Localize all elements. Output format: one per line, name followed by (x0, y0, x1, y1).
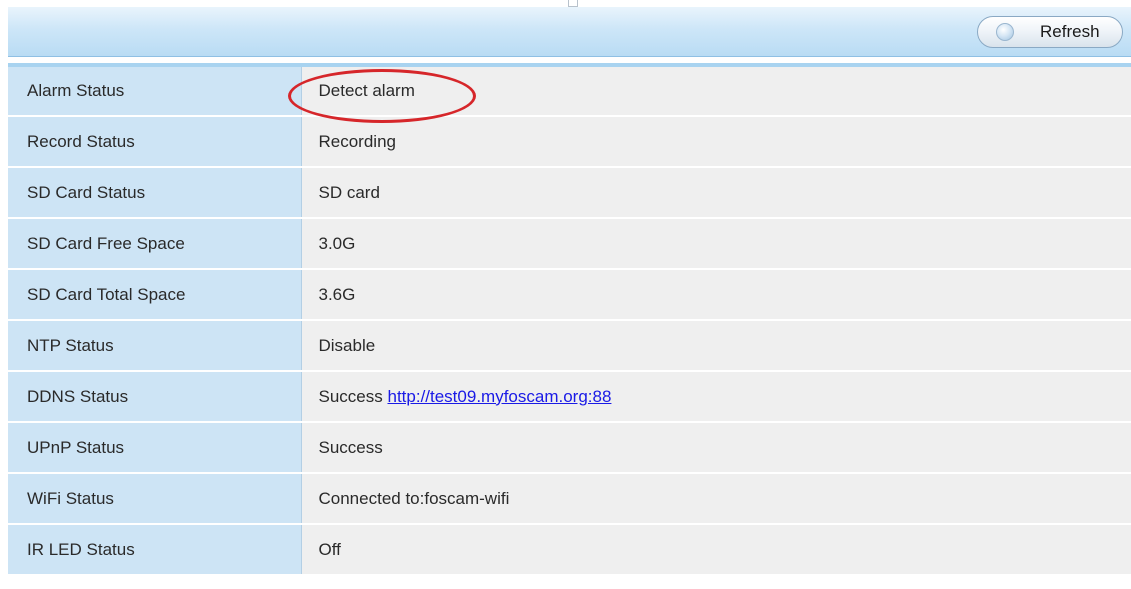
upnp-status-label: UPnP Status (8, 422, 302, 474)
table-row: NTP Status Disable (8, 320, 1131, 372)
wifi-status-label: WiFi Status (8, 473, 302, 525)
ddns-status-value: Success http://test09.myfoscam.org:88 (301, 371, 1131, 423)
table-row: SD Card Total Space 3.6G (8, 269, 1131, 321)
status-panel: Refresh Alarm Status Detect alarm Record… (0, 0, 1131, 589)
table-row: SD Card Free Space 3.0G (8, 218, 1131, 270)
table-row: SD Card Status SD card (8, 167, 1131, 219)
ntp-status-value: Disable (301, 320, 1131, 372)
table-row: DDNS Status Success http://test09.myfosc… (8, 371, 1131, 423)
sd-card-status-value: SD card (301, 167, 1131, 219)
table-row: WiFi Status Connected to:foscam-wifi (8, 473, 1131, 525)
ir-led-status-label: IR LED Status (8, 524, 302, 576)
sd-card-free-space-label: SD Card Free Space (8, 218, 302, 270)
ntp-status-label: NTP Status (8, 320, 302, 372)
record-status-value: Recording (301, 116, 1131, 168)
alarm-status-value: Detect alarm (301, 65, 1131, 117)
table-row: Alarm Status Detect alarm (8, 65, 1131, 117)
table-row: UPnP Status Success (8, 422, 1131, 474)
wifi-status-value: Connected to:foscam-wifi (301, 473, 1131, 525)
refresh-button-label: Refresh (1040, 22, 1100, 41)
sd-card-total-space-value: 3.6G (301, 269, 1131, 321)
record-status-label: Record Status (8, 116, 302, 168)
sd-card-total-space-label: SD Card Total Space (8, 269, 302, 321)
upnp-status-value: Success (301, 422, 1131, 474)
refresh-button[interactable]: Refresh (977, 16, 1123, 48)
alarm-status-label: Alarm Status (8, 65, 302, 117)
refresh-icon (996, 23, 1014, 41)
status-table: Alarm Status Detect alarm Record Status … (8, 63, 1131, 576)
table-row: IR LED Status Off (8, 524, 1131, 576)
toolbar: Refresh (8, 7, 1131, 57)
ddns-url-link[interactable]: http://test09.myfoscam.org:88 (387, 387, 611, 406)
ir-led-status-value: Off (301, 524, 1131, 576)
sd-card-free-space-value: 3.0G (301, 218, 1131, 270)
top-marker (568, 0, 578, 7)
table-row: Record Status Recording (8, 116, 1131, 168)
ddns-status-label: DDNS Status (8, 371, 302, 423)
ddns-status-text: Success (318, 386, 388, 406)
sd-card-status-label: SD Card Status (8, 167, 302, 219)
